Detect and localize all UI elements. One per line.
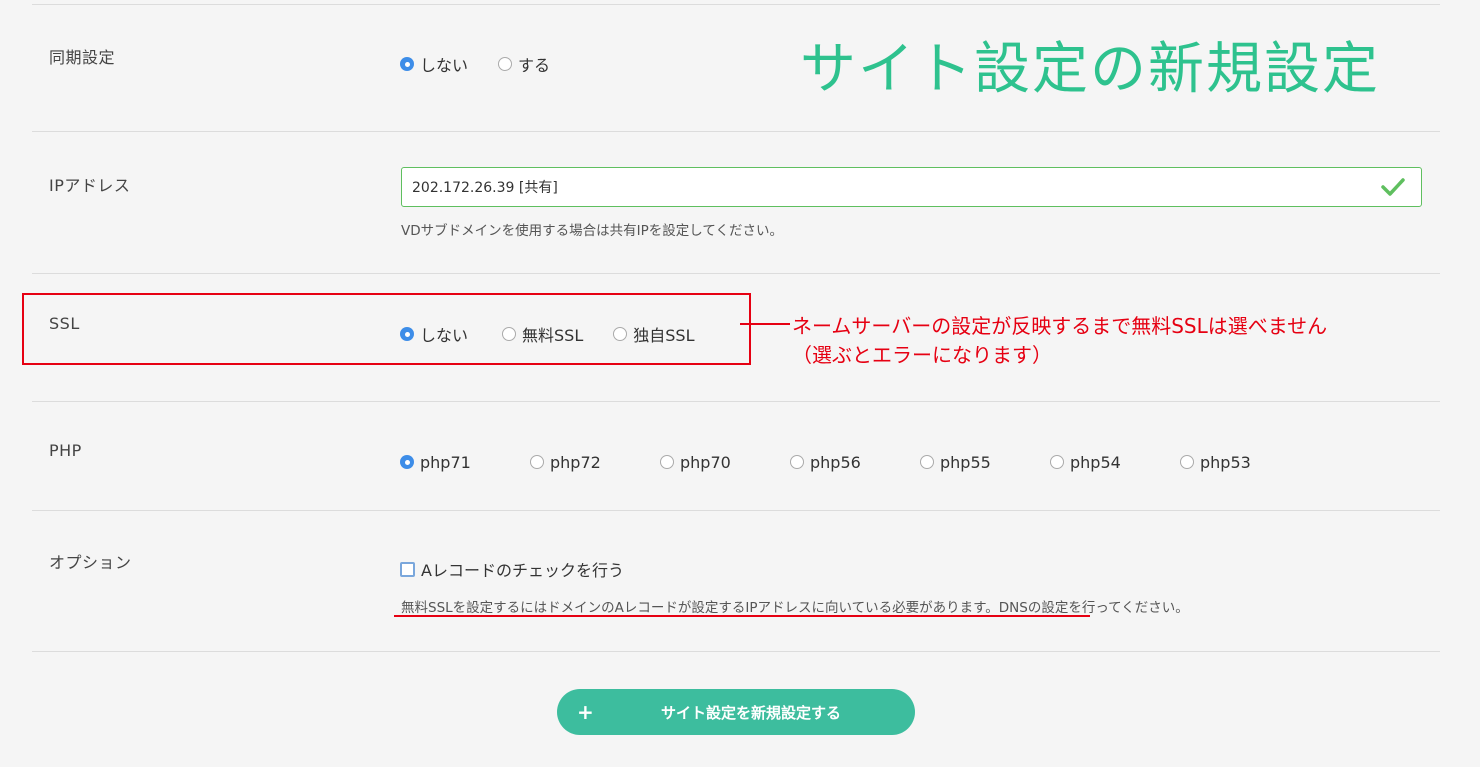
sync-option-label: しない (420, 56, 469, 75)
php-option-label: php53 (1200, 452, 1251, 472)
ssl-option-label: 独自SSL (633, 326, 695, 345)
checkbox-unchecked-icon (400, 561, 415, 577)
php-radio-71[interactable]: php71 (400, 453, 530, 472)
plus-icon: + (577, 700, 594, 724)
radio-unchecked-icon (502, 327, 517, 341)
sync-radio-group: しない する (400, 52, 550, 76)
radio-unchecked-icon (1050, 455, 1064, 469)
radio-unchecked-icon (790, 455, 804, 469)
sync-radio-off[interactable]: しない (400, 52, 468, 76)
php-radio-72[interactable]: php72 (530, 453, 660, 472)
radio-checked-icon (400, 327, 414, 341)
php-radio-53[interactable]: php53 (1180, 453, 1251, 472)
php-label: PHP (49, 441, 82, 460)
php-radio-54[interactable]: php54 (1050, 453, 1180, 472)
php-option-label: php56 (810, 452, 861, 472)
php-radio-55[interactable]: php55 (920, 453, 1050, 472)
page-title-overlay: サイト設定の新規設定 (800, 37, 1380, 102)
php-option-label: php71 (420, 452, 471, 472)
ssl-radio-free[interactable]: 無料SSL (502, 322, 583, 346)
radio-unchecked-icon (530, 455, 544, 469)
radio-unchecked-icon (1180, 455, 1194, 469)
a-record-check-checkbox[interactable]: Aレコードのチェックを行う (400, 557, 624, 581)
option-help-text: 無料SSLを設定するにはドメインのAレコードが設定するIPアドレスに向いている必… (401, 600, 1189, 616)
ssl-option-label: しない (420, 326, 469, 345)
help-text-underline (394, 615, 1090, 617)
sync-radio-on[interactable]: する (498, 52, 550, 76)
ssl-annotation-line2: （選ぶとエラーになります） (792, 343, 1052, 367)
divider (32, 651, 1440, 652)
radio-unchecked-icon (498, 57, 513, 71)
ip-address-field[interactable]: 202.172.26.39 [共有] (401, 167, 1422, 207)
php-radio-group: php71 php72 php70 php56 php55 php54 php5… (400, 450, 1251, 474)
divider (32, 4, 1440, 5)
sync-option-label: する (518, 56, 551, 75)
php-option-label: php55 (940, 452, 991, 472)
ssl-radio-none[interactable]: しない (400, 322, 468, 346)
ssl-annotation-line1: ネームサーバーの設定が反映するまで無料SSLは選べません (792, 314, 1328, 338)
divider (32, 510, 1440, 511)
php-radio-56[interactable]: php56 (790, 453, 920, 472)
option-checkbox-group: Aレコードのチェックを行う (400, 557, 624, 581)
php-radio-70[interactable]: php70 (660, 453, 790, 472)
php-option-label: php72 (550, 452, 601, 472)
divider (32, 273, 1440, 274)
create-site-setting-button[interactable]: + サイト設定を新規設定する (557, 689, 915, 735)
create-site-setting-label: サイト設定を新規設定する (661, 703, 842, 722)
divider (32, 401, 1440, 402)
ssl-radio-custom[interactable]: 独自SSL (613, 322, 694, 346)
ssl-option-label: 無料SSL (522, 326, 584, 345)
ssl-radio-group: しない 無料SSL 独自SSL (400, 322, 694, 346)
radio-checked-icon (400, 57, 414, 71)
sync-setting-label: 同期設定 (49, 48, 116, 67)
ssl-label: SSL (49, 314, 80, 333)
ip-help-text: VDサブドメインを使用する場合は共有IPを設定してください。 (401, 223, 783, 239)
ip-address-value: 202.172.26.39 [共有] (412, 180, 558, 196)
radio-checked-icon (400, 455, 414, 469)
php-option-label: php54 (1070, 452, 1121, 472)
check-icon (1381, 177, 1405, 201)
radio-unchecked-icon (920, 455, 934, 469)
divider (32, 131, 1440, 132)
ip-address-label: IPアドレス (49, 176, 131, 195)
php-option-label: php70 (680, 452, 731, 472)
option-label: オプション (49, 553, 132, 572)
annotation-connector-line (740, 323, 790, 325)
a-record-check-label: Aレコードのチェックを行う (421, 561, 624, 580)
radio-unchecked-icon (660, 455, 674, 469)
radio-unchecked-icon (613, 327, 628, 341)
